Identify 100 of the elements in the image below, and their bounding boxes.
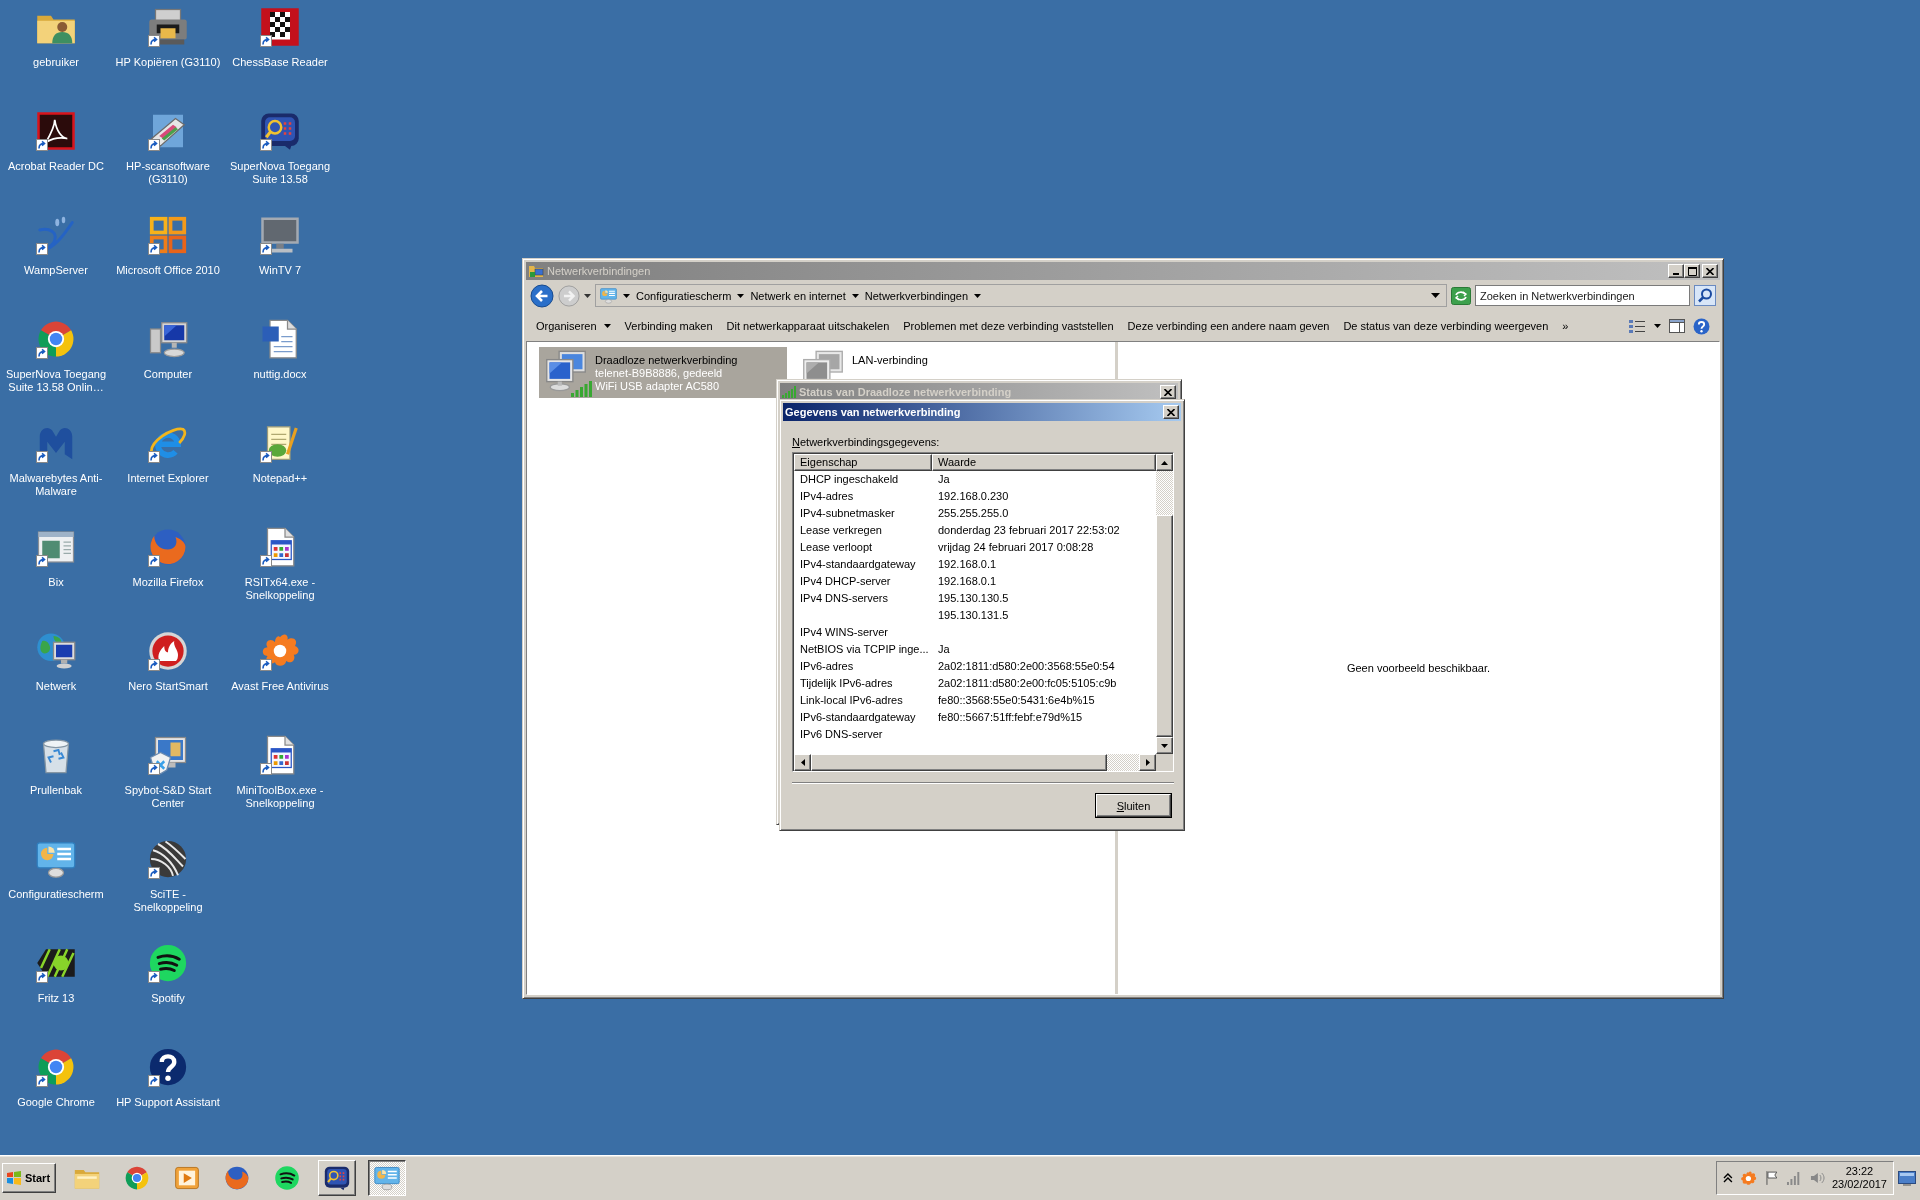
breadcrumb-link[interactable]: Netwerk en internet: [750, 289, 846, 302]
computer-icon[interactable]: [148, 319, 188, 359]
column-header[interactable]: Eigenschap: [794, 454, 932, 471]
sound-waves-logo-icon[interactable]: [148, 943, 188, 983]
more-commands-button[interactable]: »: [1556, 317, 1575, 335]
desktop-icon-label[interactable]: ChessBase Reader: [232, 56, 328, 69]
browser-logo-icon[interactable]: [36, 319, 76, 359]
media-player-icon[interactable]: [174, 1165, 200, 1191]
column-header[interactable]: Waarde: [932, 454, 1156, 471]
flame-logo-icon[interactable]: [148, 631, 188, 671]
desktop-icon-label[interactable]: nuttig.docx: [253, 368, 307, 381]
desktop-icon-label[interactable]: Notepad++: [252, 472, 308, 485]
breadcrumb-link[interactable]: Configuratiescherm: [636, 289, 732, 302]
caret-icon[interactable]: [623, 293, 630, 298]
desktop-icon-label[interactable]: Microsoft Office 2010: [116, 264, 220, 277]
desktop-icon-label[interactable]: gebruiker: [33, 56, 79, 69]
globe-monitor-icon[interactable]: [36, 631, 76, 671]
checkered-logo-icon[interactable]: [260, 7, 300, 47]
sound-waves-logo-icon[interactable]: [274, 1165, 300, 1191]
toolbar-button[interactable]: Organiseren: [530, 317, 617, 335]
desktop-icon-label[interactable]: Fritz 13: [37, 992, 75, 1005]
toolbar-button[interactable]: Deze verbinding een andere naam geven: [1121, 317, 1336, 335]
scrollbar-thumb[interactable]: [811, 754, 1107, 771]
desktop-icon-label[interactable]: Prullenbak: [30, 784, 82, 797]
refresh-icon[interactable]: [1451, 286, 1471, 305]
desktop-icon-label[interactable]: WampServer: [24, 264, 88, 277]
view-options-icon[interactable]: [1628, 318, 1646, 334]
flag-icon[interactable]: [1763, 1170, 1780, 1186]
desktop-icon-label[interactable]: WinTV 7: [258, 264, 302, 277]
double-chevron-icon[interactable]: [1723, 1173, 1733, 1183]
browser-logo-icon[interactable]: [36, 1047, 76, 1087]
desktop-icon-label[interactable]: Bix: [48, 576, 64, 589]
caret-icon[interactable]: [584, 293, 591, 298]
toolbar-button[interactable]: Dit netwerkapparaat uitschakelen: [720, 317, 896, 335]
desktop-icon-label[interactable]: Netwerk: [35, 680, 77, 693]
dialog-button[interactable]: Sluiten: [1096, 794, 1171, 817]
striped-sphere-icon[interactable]: [148, 839, 188, 879]
caret-icon[interactable]: [737, 293, 745, 298]
desktop-icon-label[interactable]: Mozilla Firefox: [132, 576, 204, 589]
connection-item[interactable]: Draadloze netwerkverbinding telenet-B9B8886, gedeeld WiFi USB adapter AC580: [539, 347, 787, 398]
start-button[interactable]: Start: [2, 1163, 56, 1193]
desktop-icon-label[interactable]: Computer: [143, 368, 193, 381]
show-desktop-icon[interactable]: [1898, 1170, 1916, 1186]
close-button[interactable]: [1702, 264, 1718, 278]
desktop-icon-label[interactable]: SuperNova Toegang Suite 13.58 Onlin…: [2, 368, 110, 394]
desktop-icon-label[interactable]: HP-scansoftware (G3110): [114, 160, 222, 186]
scroll-right-button[interactable]: [1139, 754, 1156, 771]
address-field[interactable]: Configuratiescherm Netwerk en internet Netwerkverbindingen: [595, 284, 1447, 307]
scroll-down-button[interactable]: [1156, 737, 1173, 754]
caret-icon[interactable]: [851, 293, 859, 298]
printer-icon[interactable]: [148, 7, 188, 47]
desktop-icon-label[interactable]: SciTE - Snelkoppeling: [114, 888, 222, 914]
pdf-icon[interactable]: [36, 111, 76, 151]
magnifier-logo-icon[interactable]: [260, 111, 300, 151]
toolbar-button[interactable]: Verbinding maken: [618, 317, 719, 335]
help-icon[interactable]: [148, 1047, 188, 1087]
dropdown-caret-icon[interactable]: [1431, 293, 1440, 298]
desktop-icon-label[interactable]: Spybot-S&D Start Center: [114, 784, 222, 810]
monitor-shield-icon[interactable]: [148, 735, 188, 775]
tv-icon[interactable]: [260, 215, 300, 255]
taskbar-button[interactable]: [368, 1160, 406, 1196]
squares-logo-icon[interactable]: [148, 215, 188, 255]
breadcrumb-link[interactable]: Netwerkverbindingen: [864, 289, 969, 302]
desktop-icon-label[interactable]: Nero StartSmart: [128, 680, 208, 693]
desktop-icon-label[interactable]: Avast Free Antivirus: [231, 680, 329, 693]
preview-pane-icon[interactable]: [1669, 319, 1685, 333]
help-icon[interactable]: [1693, 317, 1710, 335]
vertical-scrollbar[interactable]: [1156, 454, 1173, 754]
scroll-left-button[interactable]: [794, 754, 811, 771]
clock-date[interactable]: 23/02/2017: [1831, 1178, 1887, 1191]
scroll-up-button[interactable]: [1156, 454, 1173, 471]
desktop-icon-label[interactable]: Spotify: [151, 992, 185, 1005]
search-field[interactable]: Zoeken in Netwerkverbindingen: [1475, 285, 1690, 306]
swirl-globe-icon[interactable]: [148, 527, 188, 567]
desktop-icon-label[interactable]: Malwarebytes Anti-Malware: [2, 472, 110, 498]
caret-icon[interactable]: [1654, 324, 1661, 328]
desktop-icon-label[interactable]: SuperNova Toegang Suite 13.58: [226, 160, 334, 186]
desktop-icon-label[interactable]: Google Chrome: [17, 1096, 95, 1109]
word-document-icon[interactable]: [260, 319, 300, 359]
caret-icon[interactable]: [974, 293, 982, 298]
close-button[interactable]: [1160, 385, 1176, 399]
scrollbar-thumb[interactable]: [1156, 515, 1173, 737]
desktop-icon-label[interactable]: MiniToolBox.exe - Snelkoppeling: [226, 784, 334, 810]
toolbar-button[interactable]: De status van deze verbinding weergeven: [1337, 317, 1555, 335]
search-icon[interactable]: [1694, 285, 1716, 306]
browser-logo-icon[interactable]: [124, 1165, 150, 1191]
minimize-button[interactable]: [1668, 264, 1684, 278]
clock-time[interactable]: 23:22: [1845, 1165, 1874, 1178]
desktop-icon-label[interactable]: RSITx64.exe - Snelkoppeling: [226, 576, 334, 602]
desktop-icon-label[interactable]: Configuratiescherm: [8, 888, 104, 901]
swirl-globe-icon[interactable]: [224, 1165, 250, 1191]
desktop-icon-label[interactable]: Internet Explorer: [127, 472, 209, 485]
flower-logo-icon[interactable]: [1739, 1169, 1757, 1187]
desktop-icon-label[interactable]: HP Kopiëren (G3110): [115, 56, 221, 69]
toolbar-button[interactable]: Problemen met deze verbinding vaststellen: [897, 317, 1120, 335]
close-button[interactable]: [1163, 405, 1179, 419]
maximize-button[interactable]: [1684, 264, 1700, 278]
horizontal-scrollbar[interactable]: [794, 754, 1156, 771]
desktop-icon-label[interactable]: Acrobat Reader DC: [8, 160, 104, 173]
desktop-icon-label[interactable]: HP Support Assistant: [116, 1096, 220, 1109]
